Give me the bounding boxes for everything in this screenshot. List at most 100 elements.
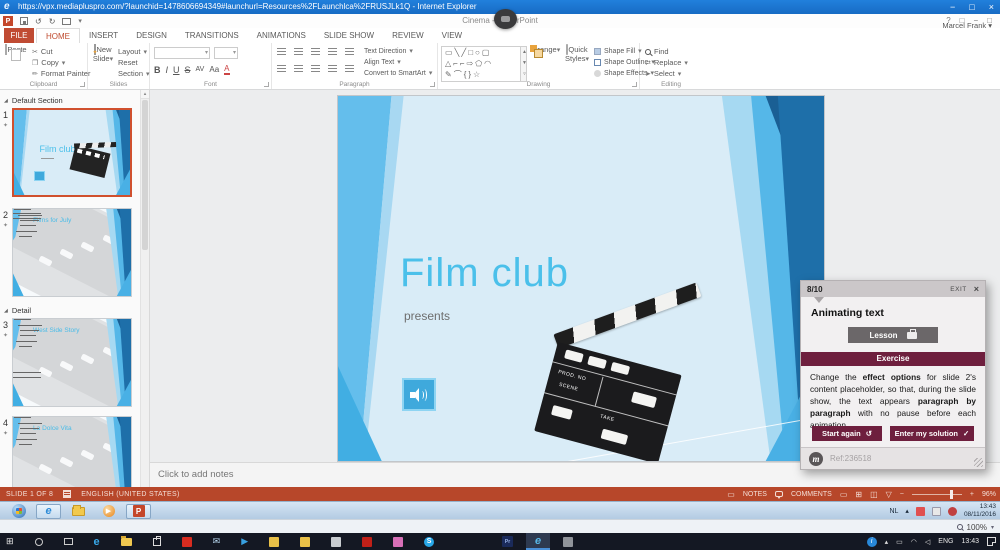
tray-expand-icon[interactable]: ▴ <box>905 507 909 515</box>
store-button[interactable] <box>153 538 161 546</box>
slide-thumbnail-4[interactable]: La Dolce Vita <box>12 416 132 487</box>
tray-shield-icon[interactable] <box>948 507 957 516</box>
premiere-button[interactable]: Pr <box>502 536 513 547</box>
bold-button[interactable]: B <box>154 65 161 75</box>
justify-icon[interactable] <box>328 65 337 72</box>
lesson-button[interactable]: Lesson <box>848 327 938 343</box>
window-close-button[interactable]: × <box>989 0 994 14</box>
tab-home[interactable]: HOME <box>36 28 80 44</box>
network-icon[interactable]: ◠ <box>911 538 917 546</box>
slide-thumbnail-1[interactable]: Film club <box>12 108 132 197</box>
os-start-button[interactable]: ⊞ <box>6 536 14 547</box>
new-slide-button[interactable]: NewSlide▾ <box>89 46 117 64</box>
zoom-slider[interactable] <box>912 494 962 495</box>
file-explorer-button[interactable] <box>121 538 132 546</box>
layout-button[interactable]: Layout▾ <box>118 47 147 56</box>
language-indicator[interactable]: ENGLISH (UNITED STATES) <box>81 491 179 498</box>
shape-fill-button[interactable]: Shape Fill▾ <box>594 47 642 55</box>
numbering-icon[interactable] <box>294 48 303 55</box>
zoom-percentage[interactable]: 96% <box>982 491 996 498</box>
clapperboard-image[interactable]: PROD. NO SCENE TAKE <box>554 294 729 449</box>
increase-indent-icon[interactable] <box>328 48 337 55</box>
align-text-button[interactable]: Align Text▾ <box>364 58 401 66</box>
window-minimize-button[interactable]: − <box>950 0 955 14</box>
start-orb-button[interactable] <box>6 504 31 519</box>
task-view-button[interactable] <box>64 538 73 545</box>
tab-insert[interactable]: INSERT <box>80 28 127 44</box>
tab-slideshow[interactable]: SLIDE SHOW <box>315 28 383 44</box>
scrollbar-thumb[interactable] <box>142 100 148 250</box>
arrange-button[interactable]: Arrange▾ <box>530 46 560 55</box>
copy-button[interactable]: ❐Copy▾ <box>32 58 65 67</box>
reset-button[interactable]: Reset <box>118 58 138 67</box>
thumbnails-scrollbar[interactable]: ▴ <box>140 90 149 487</box>
tab-transitions[interactable]: TRANSITIONS <box>176 28 248 44</box>
view-slideshow-icon[interactable]: ▽ <box>886 490 892 499</box>
animation-indicator-icon[interactable]: ✦ <box>3 122 8 129</box>
tab-review[interactable]: REVIEW <box>383 28 433 44</box>
underline-button[interactable]: U <box>173 65 180 75</box>
document-app-button-2[interactable] <box>300 537 310 547</box>
strikethrough-button[interactable]: S <box>185 65 191 75</box>
find-button[interactable]: Find <box>645 47 669 56</box>
tab-design[interactable]: DESIGN <box>127 28 176 44</box>
format-painter-button[interactable]: ✏Format Painter <box>32 69 90 78</box>
movies-tv-button[interactable]: ▶ <box>241 536 248 547</box>
character-spacing-button[interactable]: AV <box>196 66 205 73</box>
mail-button[interactable]: ✉ <box>213 536 221 547</box>
line-spacing-icon[interactable] <box>345 48 354 55</box>
align-left-icon[interactable] <box>277 65 286 72</box>
section-header-default[interactable]: ◢Default Section <box>4 96 63 105</box>
close-icon[interactable]: × <box>974 285 979 294</box>
action-center-icon[interactable] <box>987 537 996 546</box>
section-header-detail[interactable]: ◢Detail <box>4 306 31 315</box>
comments-toggle[interactable]: COMMENTS <box>791 491 832 498</box>
os-clock[interactable]: 13:43 <box>961 538 979 545</box>
zoom-slider-thumb[interactable] <box>950 490 953 499</box>
app-gray-button[interactable] <box>331 537 341 547</box>
shapes-gallery[interactable]: ▭╲╱□○▢ △⌐⌐⇨⬠◠ ✎⌒{}☆ ▲▼▿ <box>441 46 527 82</box>
battery-icon[interactable]: ▭ <box>896 538 903 546</box>
taskbar-mediaplayer-button[interactable]: ▶ <box>96 504 121 519</box>
keyboard-language[interactable]: NL <box>889 508 898 515</box>
tab-file[interactable]: FILE <box>4 28 34 43</box>
italic-button[interactable]: I <box>166 65 169 75</box>
font-dialog-launcher[interactable] <box>264 82 269 87</box>
bullets-icon[interactable] <box>277 48 286 55</box>
slide-thumbnail-2[interactable]: Films for July <box>12 208 132 297</box>
paragraph-dialog-launcher[interactable] <box>430 82 435 87</box>
zoom-in-button[interactable]: + <box>970 491 974 498</box>
view-sorter-icon[interactable]: ⊞ <box>855 490 862 499</box>
clipboard-dialog-launcher[interactable] <box>80 82 85 87</box>
start-again-button[interactable]: Start again ↺ <box>812 426 882 441</box>
spellcheck-icon[interactable] <box>63 490 71 498</box>
slide-subtitle[interactable]: presents <box>404 309 450 323</box>
os-taskbar-ie-active-button[interactable]: e <box>526 533 550 550</box>
shapes-scroll-buttons[interactable]: ▲▼▿ <box>520 47 527 82</box>
view-reading-icon[interactable]: ◫ <box>870 490 878 499</box>
animation-indicator-icon[interactable]: ✦ <box>3 430 8 437</box>
ie-zoom-control[interactable]: 100% ▾ <box>957 520 994 534</box>
exit-button[interactable]: EXIT <box>950 286 966 293</box>
zoom-out-button[interactable]: − <box>900 491 904 498</box>
enter-solution-button[interactable]: Enter my solution ✓ <box>890 426 974 441</box>
select-button[interactable]: ➤Select▾ <box>645 69 681 78</box>
notes-placeholder[interactable]: Click to add notes <box>158 469 234 480</box>
info-tray-icon[interactable]: i <box>867 537 877 547</box>
app-pinned-button[interactable] <box>563 537 573 547</box>
resize-handle-icon[interactable] <box>974 458 983 467</box>
tray-flag-icon[interactable] <box>916 507 925 516</box>
app-red-button-2[interactable] <box>362 537 372 547</box>
scroll-up-icon[interactable]: ▴ <box>141 90 149 99</box>
slide-thumbnail-3[interactable]: West Side Story <box>12 318 132 407</box>
training-floating-button[interactable] <box>494 9 517 29</box>
decrease-indent-icon[interactable] <box>311 48 320 55</box>
skype-button[interactable]: S <box>424 537 434 547</box>
os-search-button[interactable] <box>35 538 43 546</box>
view-normal-icon[interactable]: ▭ <box>840 490 848 499</box>
quick-styles-button[interactable]: QuickStyles▾ <box>562 46 592 64</box>
tab-view[interactable]: VIEW <box>433 28 471 44</box>
align-center-icon[interactable] <box>294 65 303 72</box>
animation-indicator-icon[interactable]: ✦ <box>3 332 8 339</box>
tray-expand-icon[interactable]: ▴ <box>885 538 889 546</box>
